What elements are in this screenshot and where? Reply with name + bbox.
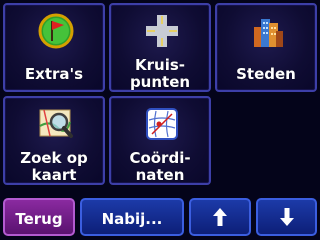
map-search-label: Zoek op kaart <box>20 149 88 184</box>
flag-icon <box>38 13 74 49</box>
map-search-tile[interactable]: Zoek op kaart <box>3 96 105 185</box>
cities-tile[interactable]: Steden <box>215 3 317 92</box>
coordinates-tile[interactable]: Coördi- naten <box>109 96 211 185</box>
extras-label: Extra's <box>24 65 84 83</box>
intersection-icon <box>146 15 178 47</box>
map-magnifier-icon <box>39 109 73 138</box>
bottom-toolbar: Terug Nabij... <box>0 196 320 240</box>
scroll-down-button[interactable] <box>256 198 317 236</box>
near-button-label: Nabij... <box>101 210 163 228</box>
crossings-tile[interactable]: Kruis- punten <box>109 3 211 92</box>
crossings-label: Kruis- punten <box>129 56 191 91</box>
coordinates-label: Coördi- naten <box>129 149 191 184</box>
cities-label: Steden <box>236 65 296 83</box>
back-button[interactable]: Terug <box>3 198 75 236</box>
arrow-up-icon <box>213 208 227 226</box>
city-icon <box>254 19 283 47</box>
arrow-down-icon <box>279 208 294 226</box>
scroll-up-button[interactable] <box>189 198 251 236</box>
back-button-label: Terug <box>15 210 63 228</box>
near-button[interactable]: Nabij... <box>80 198 184 236</box>
extras-tile[interactable]: Extra's <box>3 3 105 92</box>
globe-coordinates-icon <box>146 108 178 140</box>
